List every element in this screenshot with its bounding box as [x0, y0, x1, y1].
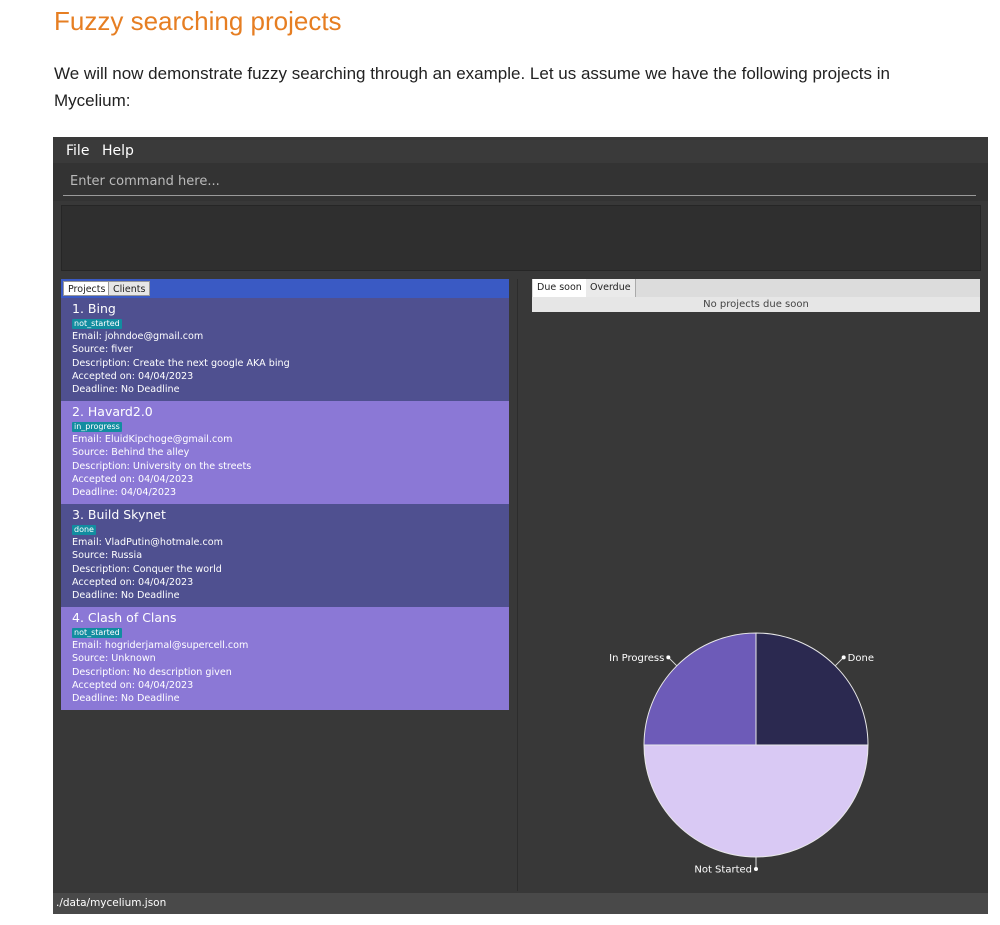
project-description: Description: University on the streets	[72, 460, 252, 472]
entity-list-pane: Projects Clients 1. Bing not_started Ema…	[61, 279, 509, 909]
doc-title: Fuzzy searching projects	[54, 6, 342, 36]
project-source: Source: fiver	[72, 344, 133, 356]
project-deadline: Deadline: No Deadline	[72, 590, 180, 602]
project-title: 1. Bing	[72, 301, 116, 316]
pie-label: Not Started	[694, 865, 752, 876]
project-email: Email: VladPutin@hotmale.com	[72, 537, 223, 549]
status-bar-path: ./data/mycelium.json	[53, 893, 988, 914]
project-title: 4. Clash of Clans	[72, 610, 177, 625]
tab-clients[interactable]: Clients	[108, 281, 151, 296]
project-card[interactable]: 1. Bing not_started Email: johndoe@gmail…	[61, 298, 509, 401]
project-status-pie-chart: Done Not Started In Progress	[609, 632, 874, 876]
menu-bar: File Help	[53, 137, 988, 163]
project-description: Description: No description given	[72, 666, 232, 678]
project-email: Email: johndoe@gmail.com	[72, 331, 204, 343]
pie-leader-dot	[841, 655, 846, 660]
pie-slice-done	[755, 632, 869, 746]
project-card[interactable]: 4. Clash of Clans not_started Email: hog…	[61, 607, 509, 710]
status-badge: done	[72, 525, 96, 535]
pie-label: Done	[848, 653, 874, 664]
pie-label: In Progress	[609, 653, 664, 664]
statistics-pane: Due soon Overdue No projects due soon Do…	[532, 279, 980, 891]
project-source: Source: Russia	[72, 550, 143, 562]
project-source: Source: Unknown	[72, 653, 156, 665]
project-title: 2. Havard2.0	[72, 404, 153, 419]
project-description: Description: Create the next google AKA …	[72, 357, 290, 369]
command-bar	[53, 163, 988, 201]
project-email: Email: EluidKipchoge@gmail.com	[72, 434, 233, 446]
project-card[interactable]: 2. Havard2.0 in_progress Email: EluidKip…	[61, 401, 509, 504]
status-badge: not_started	[72, 628, 122, 638]
project-accepted-date: Accepted on: 04/04/2023	[72, 679, 194, 691]
project-title: 3. Build Skynet	[72, 507, 166, 522]
entity-tab-bar: Projects Clients	[61, 279, 509, 298]
doc-paragraph: We will now demonstrate fuzzy searching …	[54, 64, 890, 110]
pane-divider[interactable]	[517, 279, 518, 891]
menu-file[interactable]: File	[66, 143, 89, 159]
project-accepted-date: Accepted on: 04/04/2023	[72, 576, 194, 588]
project-description: Description: Conquer the world	[72, 563, 222, 575]
project-accepted-date: Accepted on: 04/04/2023	[72, 370, 194, 382]
pie-leader-dot	[754, 867, 758, 871]
mycelium-app-window: File Help Projects Clients 1. Bing not_s…	[53, 137, 988, 914]
menu-help[interactable]: Help	[102, 143, 134, 159]
status-badge: in_progress	[72, 422, 122, 432]
pie-slice-in-progress	[643, 632, 757, 746]
project-accepted-date: Accepted on: 04/04/2023	[72, 473, 194, 485]
project-email: Email: hogriderjamal@supercell.com	[72, 640, 249, 652]
pie-leader-dot	[666, 655, 671, 660]
status-badge: not_started	[72, 319, 122, 329]
project-card[interactable]: 3. Build Skynet done Email: VladPutin@ho…	[61, 504, 509, 607]
pie-slice-not-started	[643, 744, 869, 858]
command-input[interactable]	[63, 167, 976, 196]
command-result-display	[61, 205, 981, 271]
project-deadline: Deadline: No Deadline	[72, 384, 180, 396]
project-deadline: Deadline: No Deadline	[72, 693, 180, 705]
project-deadline: Deadline: 04/04/2023	[72, 487, 177, 499]
project-source: Source: Behind the alley	[72, 447, 190, 459]
tab-projects[interactable]: Projects	[63, 281, 111, 296]
